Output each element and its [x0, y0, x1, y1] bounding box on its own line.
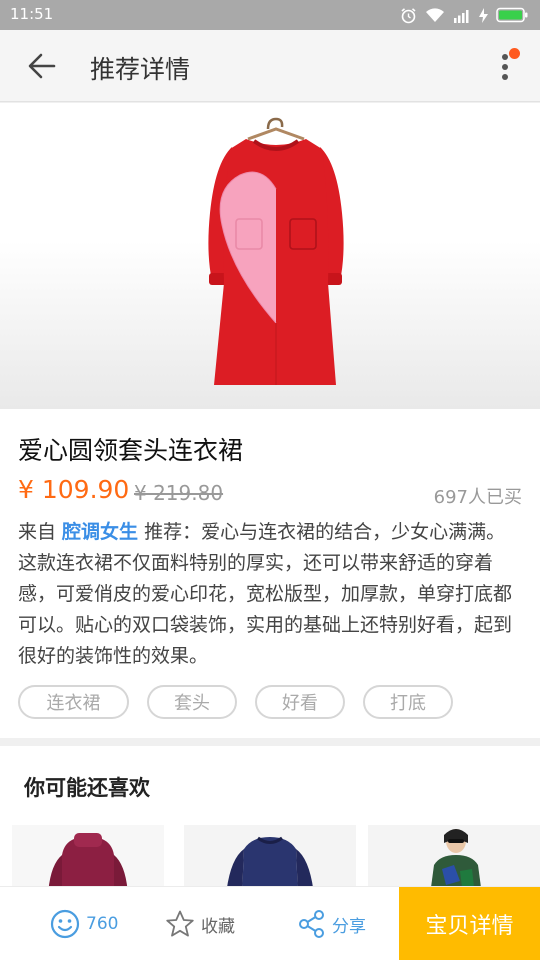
- page-title: 推荐详情: [90, 55, 191, 84]
- favorite-button[interactable]: 收藏: [165, 887, 235, 960]
- tag-list: 连衣裙 套头 好看 打底: [18, 685, 453, 719]
- notification-badge: [509, 48, 520, 59]
- tag-chip[interactable]: 打底: [363, 685, 453, 719]
- battery-icon: [496, 7, 528, 23]
- star-icon: [166, 910, 194, 937]
- back-arrow-icon: [28, 53, 56, 79]
- charging-icon: [479, 7, 488, 23]
- tag-chip[interactable]: 好看: [255, 685, 345, 719]
- model-thumbnail: [430, 829, 482, 895]
- product-title: 爱心圆领套头连衣裙: [18, 436, 244, 465]
- sweater-thumbnail: [48, 833, 128, 895]
- sweater-thumbnail: [226, 836, 314, 895]
- recommendation-item[interactable]: [368, 825, 540, 895]
- signal-icon: [454, 9, 469, 23]
- recommendations-title: 你可能还喜欢: [24, 776, 150, 800]
- status-icons: [400, 6, 528, 24]
- smiley-icon: [50, 909, 80, 939]
- original-price: ¥ 219.80: [134, 481, 224, 505]
- recommendation-item[interactable]: [184, 825, 356, 895]
- like-count: 760: [86, 914, 119, 934]
- product-info-card: 爱心圆领套头连衣裙 ¥ 109.90 ¥ 219.80 697人已买 来自 腔调…: [0, 409, 540, 738]
- status-time: 11:51: [10, 5, 54, 23]
- source-prefix: 来自: [18, 521, 63, 543]
- shop-link[interactable]: 腔调女生: [62, 521, 138, 543]
- dress-illustration: [208, 117, 344, 385]
- favorite-label: 收藏: [201, 916, 235, 937]
- recommendation-item[interactable]: [12, 825, 164, 895]
- wifi-icon: [426, 8, 444, 22]
- sold-count: 697人已买: [433, 487, 522, 508]
- app-bar: 推荐详情: [0, 30, 540, 102]
- alarm-icon: [401, 7, 416, 23]
- bottom-action-bar: 760 收藏 分享 宝贝详情: [0, 886, 540, 960]
- tag-chip[interactable]: 连衣裙: [18, 685, 129, 719]
- share-icon: [299, 910, 324, 938]
- more-menu-button[interactable]: [494, 44, 522, 88]
- product-description: 来自 腔调女生 推荐：爱心与连衣裙的结合，少女心满满。这款连衣裙不仅面料特别的厚…: [18, 517, 522, 672]
- back-button[interactable]: [22, 48, 62, 84]
- product-image[interactable]: [0, 103, 540, 409]
- status-bar: 11:51: [0, 0, 540, 30]
- share-button[interactable]: 分享: [298, 887, 366, 960]
- product-price: ¥ 109.90: [18, 475, 130, 504]
- product-detail-button[interactable]: 宝贝详情: [399, 887, 540, 960]
- like-button[interactable]: 760: [50, 887, 118, 960]
- tag-chip[interactable]: 套头: [147, 685, 237, 719]
- share-label: 分享: [332, 916, 366, 937]
